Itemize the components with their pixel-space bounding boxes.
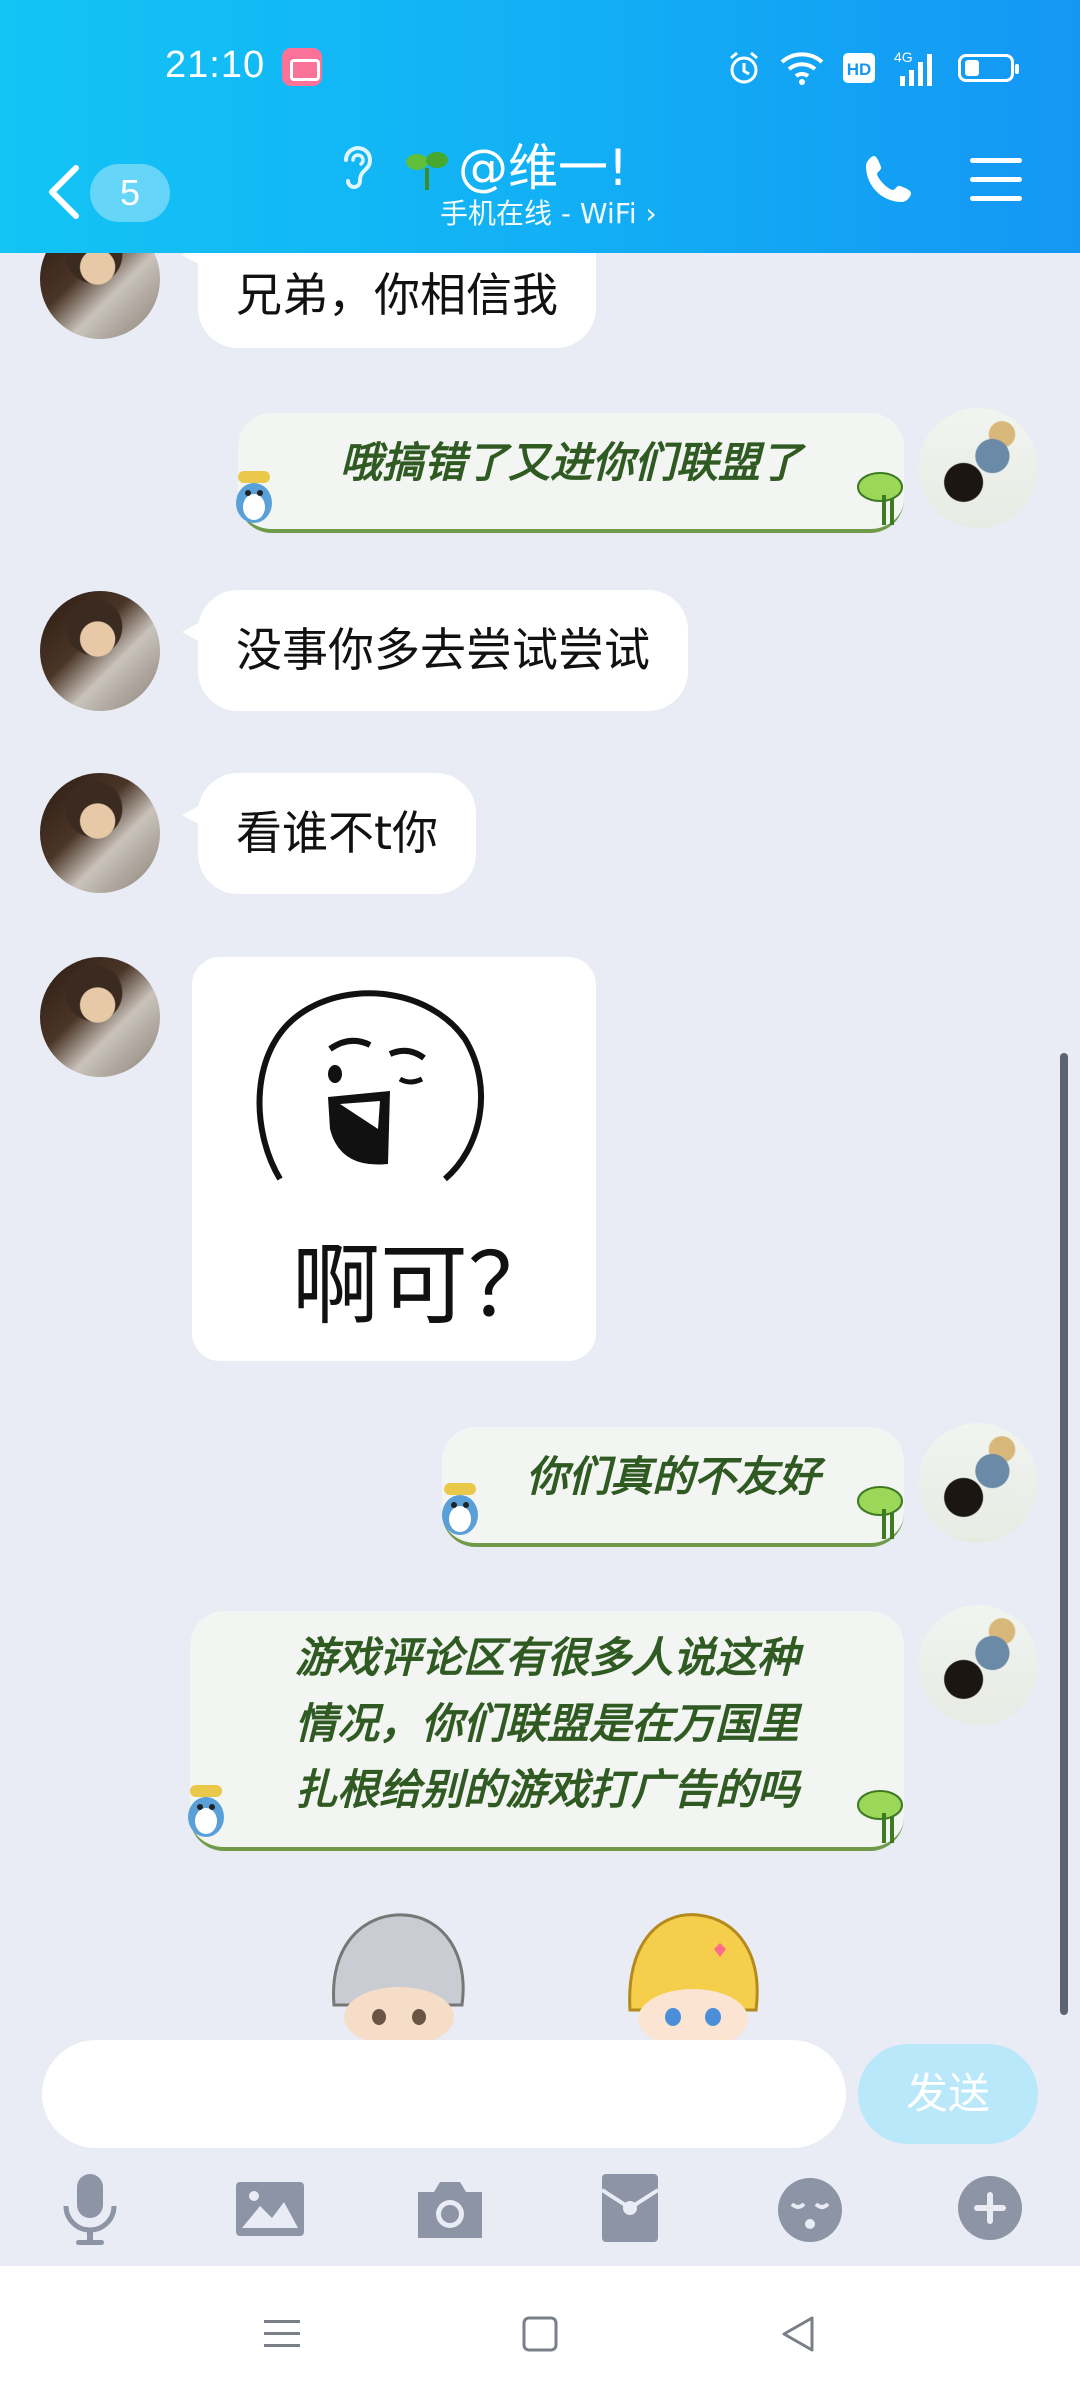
red-packet-icon[interactable] bbox=[590, 2168, 670, 2248]
menu-icon[interactable] bbox=[968, 154, 1024, 206]
alarm-icon bbox=[730, 51, 758, 84]
message-bubble[interactable]: 哦搞错了又进你们联盟了 bbox=[238, 413, 904, 533]
anime-character-peek-icon bbox=[618, 1905, 768, 2040]
my-avatar[interactable] bbox=[918, 1423, 1038, 1543]
anime-character-peek-icon bbox=[324, 1905, 474, 2040]
image-icon[interactable] bbox=[230, 2168, 310, 2248]
plant-bubble-decoration-icon bbox=[857, 1486, 903, 1539]
svg-text:HD: HD bbox=[847, 60, 872, 79]
message-text: 没事你多去尝试尝试 bbox=[236, 623, 650, 677]
penguin-bubble-decoration-icon bbox=[236, 471, 272, 523]
message-text-line: 情况，你们联盟是在万国里 bbox=[294, 1699, 799, 1748]
message-text: 兄弟，你相信我 bbox=[236, 268, 558, 322]
message-bubble[interactable]: 你们真的不友好 bbox=[442, 1427, 904, 1547]
sticker-message[interactable]: 啊可？ bbox=[192, 957, 596, 1361]
chat-header: 21:10 HD 4G 5 @维一! 手机在线 - WiFi › bbox=[0, 0, 1080, 253]
sticker-caption: 啊可？ bbox=[292, 1234, 557, 1337]
message-bubble[interactable]: 游戏评论区有很多人说这种 情况，你们联盟是在万国里 扎根给别的游戏打广告的吗 bbox=[190, 1611, 904, 1851]
contact-online-status[interactable]: 手机在线 - WiFi › bbox=[440, 194, 657, 234]
bilibili-notification-icon bbox=[282, 48, 322, 86]
back-button[interactable]: 5 bbox=[44, 150, 174, 230]
send-button[interactable]: 发送 bbox=[858, 2044, 1038, 2144]
message-text: 看谁不t你 bbox=[236, 806, 439, 860]
status-bar: 21:10 HD 4G bbox=[0, 0, 1080, 136]
message-input[interactable] bbox=[42, 2040, 846, 2148]
wifi-icon bbox=[780, 52, 824, 85]
my-avatar[interactable] bbox=[918, 408, 1038, 528]
laughing-face-sticker-icon bbox=[256, 990, 485, 1182]
input-toolbar bbox=[0, 2168, 1080, 2266]
contact-avatar[interactable] bbox=[40, 591, 160, 711]
contact-avatar[interactable] bbox=[40, 957, 160, 1077]
camera-icon[interactable] bbox=[410, 2168, 490, 2248]
message-text-line: 扎根给别的游戏打广告的吗 bbox=[294, 1765, 799, 1814]
input-area: 发送 bbox=[0, 2040, 1080, 2266]
message-bubble[interactable]: 看谁不t你 bbox=[181, 773, 477, 894]
ear-icon[interactable] bbox=[336, 142, 376, 194]
penguin-bubble-decoration-icon bbox=[442, 1483, 478, 1535]
my-avatar[interactable] bbox=[918, 1605, 1038, 1725]
microphone-icon[interactable] bbox=[50, 2168, 130, 2248]
back-triangle-icon[interactable] bbox=[774, 2310, 822, 2358]
emoji-icon[interactable] bbox=[770, 2168, 850, 2248]
chevron-left-icon bbox=[49, 165, 79, 219]
message-bubble[interactable]: 没事你多去尝试尝试 bbox=[182, 590, 688, 711]
hd-icon: HD bbox=[843, 53, 875, 83]
status-time: 21:10 bbox=[165, 44, 266, 86]
battery-icon bbox=[958, 54, 1019, 82]
phone-icon[interactable] bbox=[860, 152, 916, 208]
system-nav-bar bbox=[0, 2266, 1080, 2400]
contact-name[interactable]: @维一! bbox=[458, 136, 628, 200]
contact-avatar[interactable] bbox=[40, 253, 160, 339]
unread-count-badge: 5 bbox=[90, 164, 170, 222]
message-text: 你们真的不友好 bbox=[525, 1452, 820, 1501]
chat-nav-bar: 5 @维一! 手机在线 - WiFi › bbox=[0, 136, 1080, 253]
message-bubble[interactable]: 兄弟，你相信我 bbox=[182, 253, 596, 348]
scrollbar[interactable] bbox=[1060, 1053, 1068, 2015]
plus-icon[interactable] bbox=[950, 2168, 1030, 2248]
contact-avatar[interactable] bbox=[40, 773, 160, 893]
svg-text:4G: 4G bbox=[894, 49, 913, 65]
status-icons: HD 4G bbox=[726, 48, 1019, 88]
message-text-line: 游戏评论区有很多人说这种 bbox=[294, 1633, 799, 1682]
sprout-icon bbox=[406, 152, 448, 190]
plant-bubble-decoration-icon bbox=[857, 1790, 903, 1843]
signal-4g-icon: 4G bbox=[894, 49, 932, 86]
message-list[interactable]: 兄弟，你相信我 哦搞错了又进你们联盟了 没事你多去尝试尝试 看谁不t你 啊可？ … bbox=[0, 253, 1080, 2040]
message-text: 哦搞错了又进你们联盟了 bbox=[339, 438, 802, 487]
home-square-icon[interactable] bbox=[516, 2310, 564, 2358]
penguin-bubble-decoration-icon bbox=[188, 1785, 224, 1837]
recents-menu-icon[interactable] bbox=[258, 2310, 306, 2358]
plant-bubble-decoration-icon bbox=[857, 472, 903, 525]
